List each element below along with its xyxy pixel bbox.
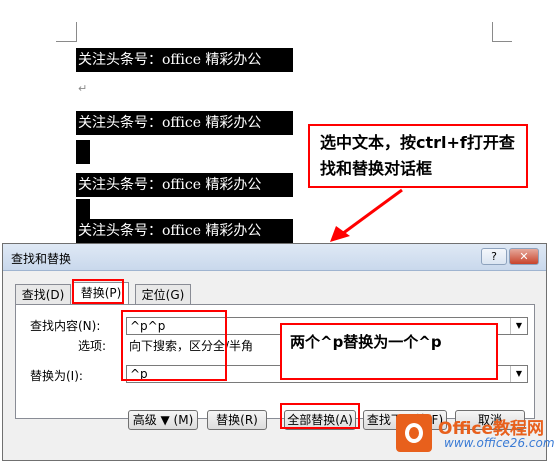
options-label: 选项: <box>78 339 107 353</box>
paragraph-mark: ↵ <box>78 82 88 95</box>
document-line[interactable]: 关注头条号：office 精彩办公 <box>76 111 293 135</box>
document-line[interactable]: 关注头条号：office 精彩办公 <box>76 48 293 72</box>
selection-highlight <box>76 140 90 164</box>
replace-button[interactable]: 替换(R) <box>207 410 267 430</box>
crop-mark <box>76 22 77 42</box>
chevron-down-icon[interactable]: ▼ <box>510 318 527 334</box>
document-line[interactable]: 关注头条号：office 精彩办公 <box>76 219 293 243</box>
options-value: 向下搜索，区分全/半角 <box>129 339 254 353</box>
close-button[interactable]: ✕ <box>509 248 539 265</box>
help-button[interactable]: ? <box>481 248 507 265</box>
watermark-url: www.office26.com <box>444 436 555 450</box>
tab-replace[interactable]: 替换(P) <box>73 282 129 305</box>
note-text: 两个^p替换为一个^p <box>290 333 442 351</box>
dialog-title: 查找和替换 <box>11 252 72 266</box>
crop-mark <box>56 41 76 42</box>
chevron-down-icon[interactable]: ▼ <box>510 366 527 382</box>
office-logo-icon <box>396 414 432 452</box>
find-value: ^p^p <box>130 319 166 333</box>
watermark-logo: Office教程网 www.office26.com <box>392 410 555 460</box>
more-button[interactable]: 高级 ▼ (M) <box>128 410 198 430</box>
callout-text: 选中文本，按ctrl+f打开查找和替换对话框 <box>320 133 515 178</box>
crop-mark <box>492 41 512 42</box>
crop-mark <box>492 22 493 42</box>
replace-value: ^p <box>130 367 148 381</box>
document-line[interactable]: 关注头条号：office 精彩办公 <box>76 173 293 197</box>
dialog-titlebar[interactable]: 查找和替换 ? ✕ <box>3 244 546 271</box>
arrow-icon <box>330 188 403 242</box>
find-label: 查找内容(N): <box>30 319 101 333</box>
tab-find[interactable]: 查找(D) <box>15 284 71 304</box>
instruction-callout: 选中文本，按ctrl+f打开查找和替换对话框 <box>308 124 528 188</box>
tab-goto[interactable]: 定位(G) <box>135 284 191 304</box>
replace-all-button[interactable]: 全部替换(A) <box>284 410 356 430</box>
instruction-note: 两个^p替换为一个^p <box>280 323 498 380</box>
replace-label: 替换为(I): <box>30 369 83 383</box>
